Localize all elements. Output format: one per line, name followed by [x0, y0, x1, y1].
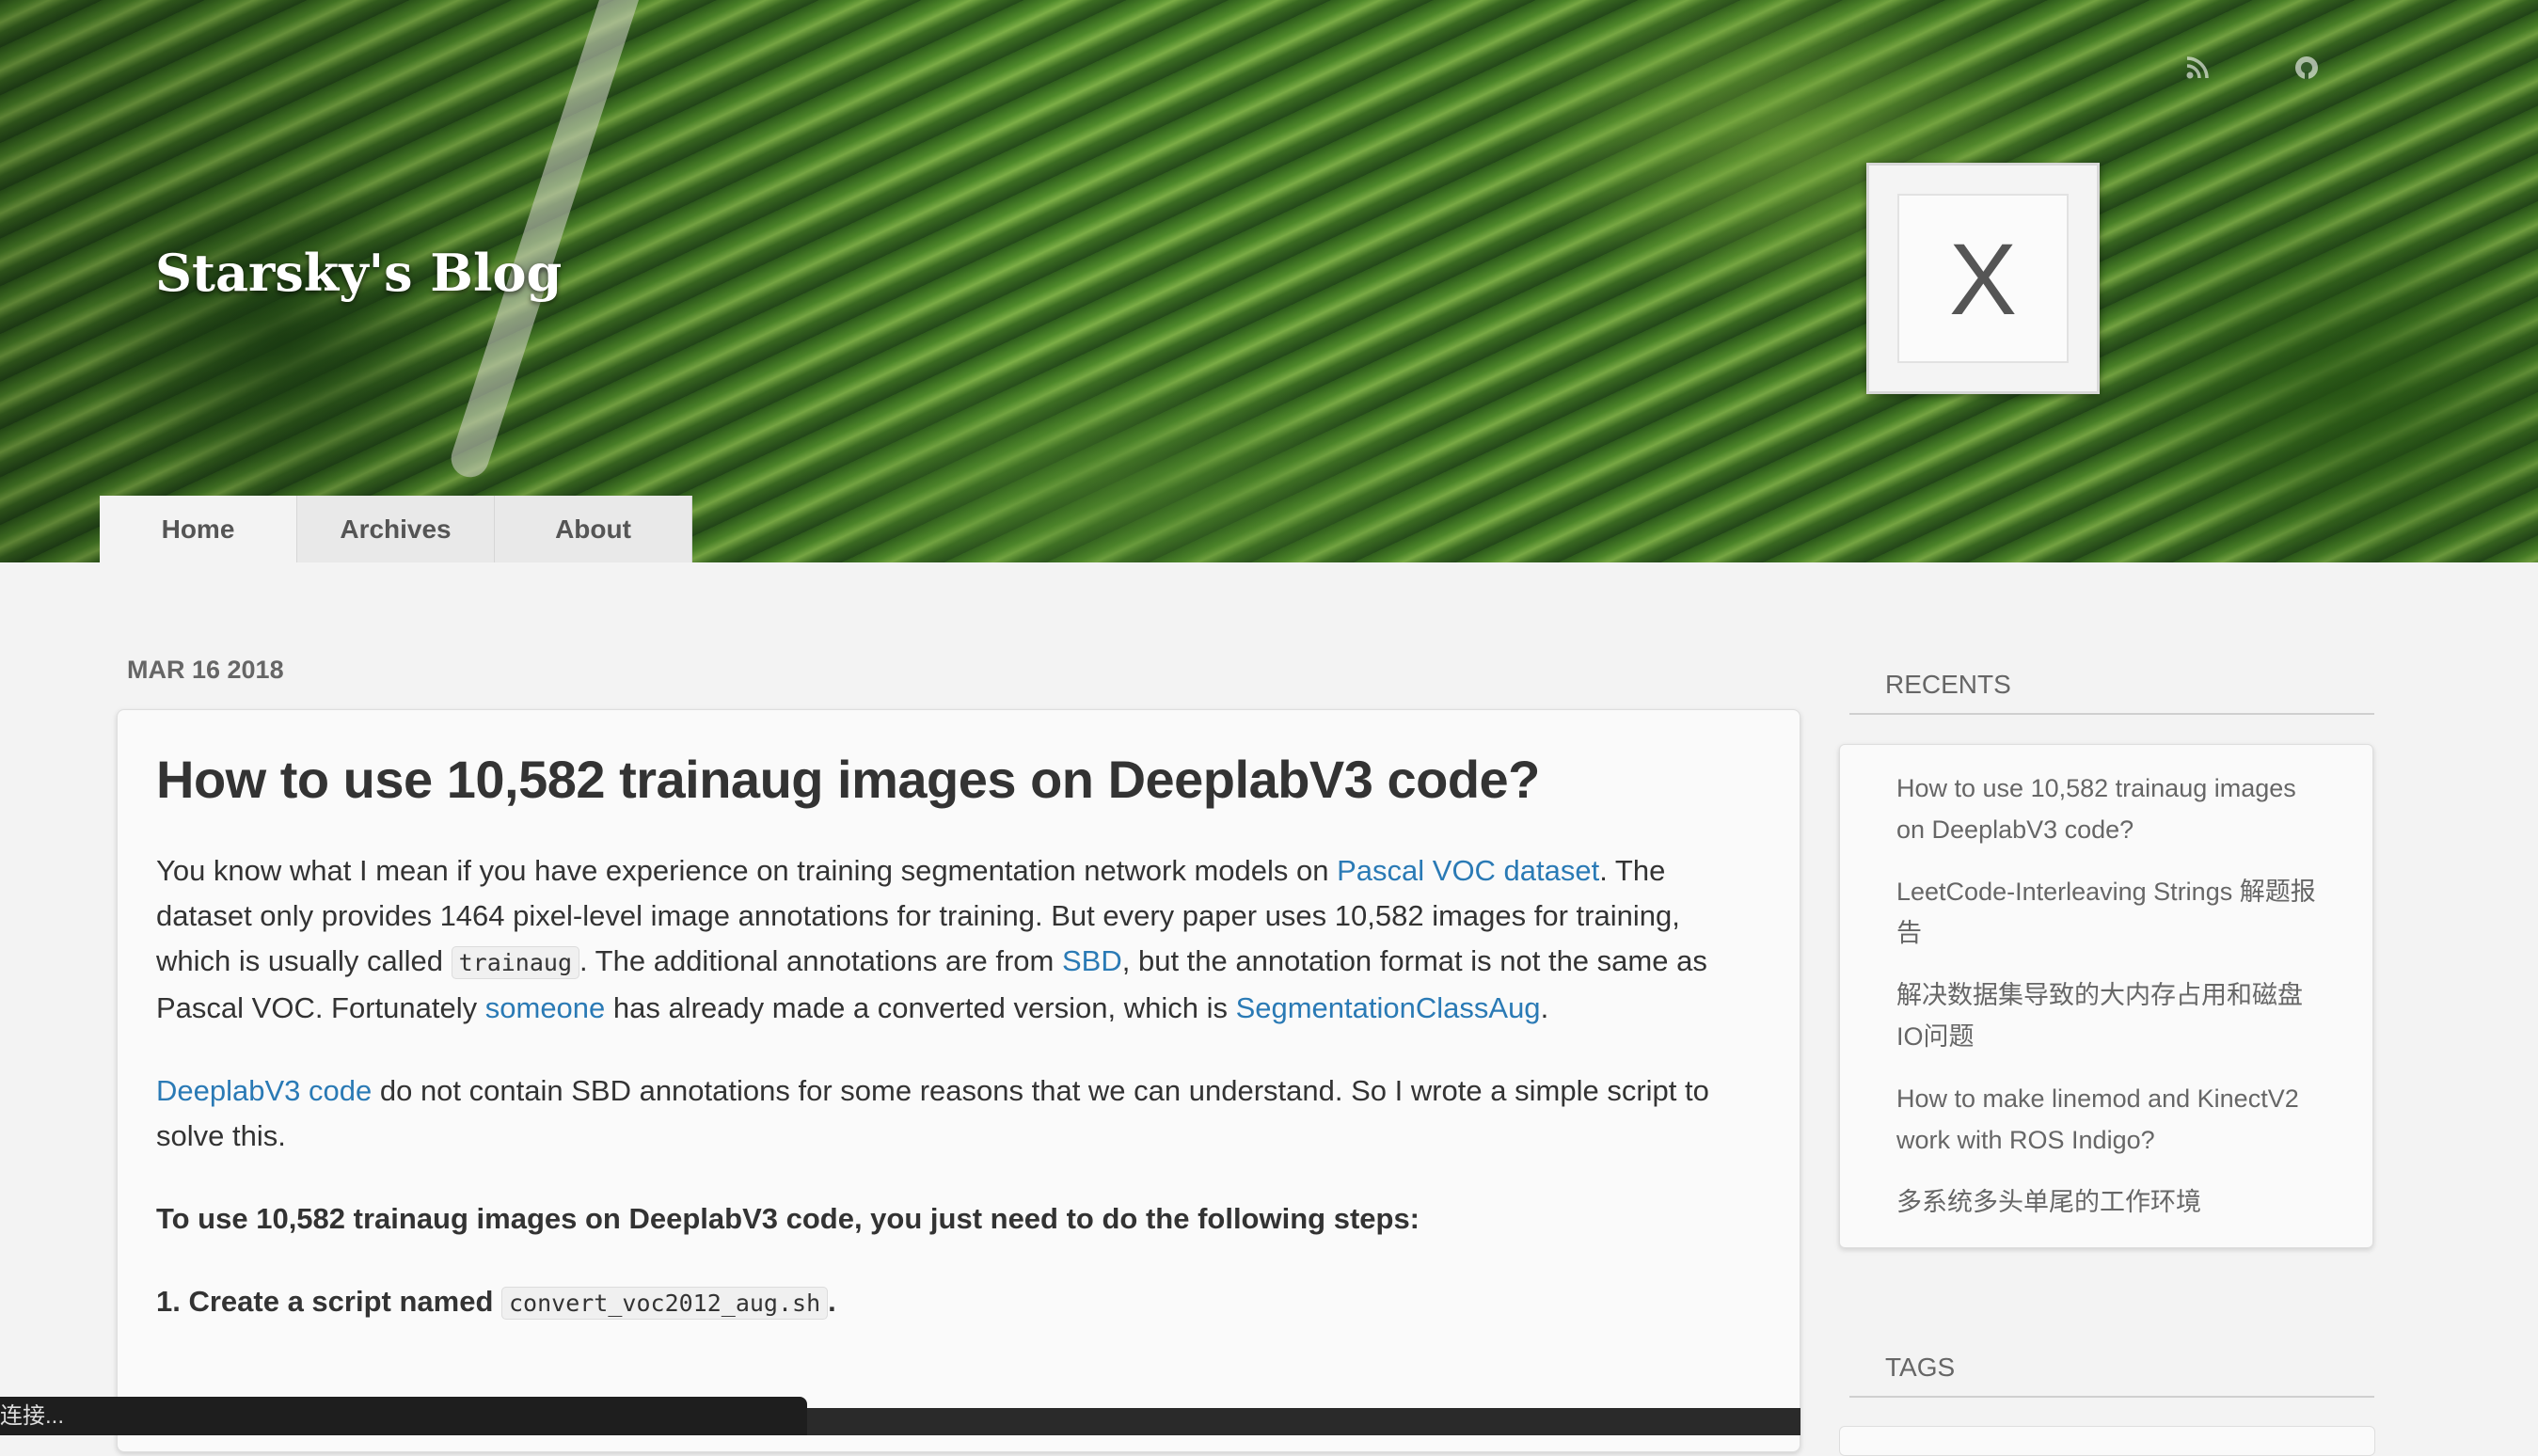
tags-heading: TAGS	[1849, 1353, 2374, 1398]
tags-card	[1839, 1426, 2375, 1456]
text: .	[828, 1285, 836, 1319]
deeplabv3-code-link[interactable]: DeeplabV3 code	[156, 1074, 372, 1107]
inline-code: convert_voc2012_aug.sh	[501, 1287, 829, 1321]
someone-link[interactable]: someone	[485, 991, 606, 1024]
text: . The additional annotations are from	[579, 944, 1062, 978]
code-block	[805, 1408, 1800, 1435]
recents-card: How to use 10,582 trainaug images on Dee…	[1839, 744, 2373, 1248]
post-date: MAR 16 2018	[127, 656, 284, 684]
recent-post-link[interactable]: How to use 10,582 trainaug images on Dee…	[1896, 768, 2325, 850]
header-banner: Starsky's Blog X Home Archives About	[0, 0, 2538, 562]
avatar-letter: X	[1897, 194, 2069, 363]
github-icon[interactable]	[2278, 49, 2335, 87]
inline-code: trainaug	[451, 946, 580, 980]
post-paragraph-2: DeeplabV3 code do not contain SBD annota…	[156, 1068, 1761, 1159]
recents-heading: RECENTS	[1849, 670, 2374, 715]
header-icon-bar	[2117, 49, 2335, 87]
text: 1. Create a script named	[156, 1285, 501, 1319]
rss-icon[interactable]	[2169, 49, 2226, 87]
main-nav: Home Archives About	[100, 496, 692, 562]
post-step-1: 1. Create a script named convert_voc2012…	[156, 1279, 1761, 1326]
post-card: How to use 10,582 trainaug images on Dee…	[117, 709, 1800, 1452]
text: has already made a converted version, wh…	[605, 991, 1236, 1025]
nav-about[interactable]: About	[495, 496, 692, 562]
text: You know what I mean if you have experie…	[156, 854, 1338, 888]
text: do not contain SBD annotations for some …	[156, 1074, 1709, 1153]
recent-post-link[interactable]: 多系统多头单尾的工作环境	[1896, 1181, 2325, 1223]
site-title[interactable]: Starsky's Blog	[155, 243, 562, 303]
recent-post-link[interactable]: 解决数据集导致的大内存占用和磁盘IO问题	[1896, 974, 2325, 1057]
recent-post-link[interactable]: How to make linemod and KinectV2 work wi…	[1896, 1078, 2325, 1161]
recent-post-link[interactable]: LeetCode-Interleaving Strings 解题报告	[1896, 871, 2325, 954]
avatar[interactable]: X	[1866, 163, 2100, 394]
nav-home[interactable]: Home	[100, 496, 297, 562]
post-paragraph-3: To use 10,582 trainaug images on Deeplab…	[156, 1202, 1420, 1236]
pascal-voc-link[interactable]: Pascal VOC dataset	[1337, 854, 1599, 887]
post-paragraph-1: You know what I mean if you have experie…	[156, 848, 1761, 1031]
browser-status-bar: 连接...	[0, 1397, 807, 1435]
text: .	[1540, 991, 1549, 1025]
segmentationclassaug-link[interactable]: SegmentationClassAug	[1236, 991, 1541, 1024]
sbd-link[interactable]: SBD	[1062, 944, 1122, 977]
post-title[interactable]: How to use 10,582 trainaug images on Dee…	[156, 748, 1761, 811]
nav-archives[interactable]: Archives	[297, 496, 495, 562]
